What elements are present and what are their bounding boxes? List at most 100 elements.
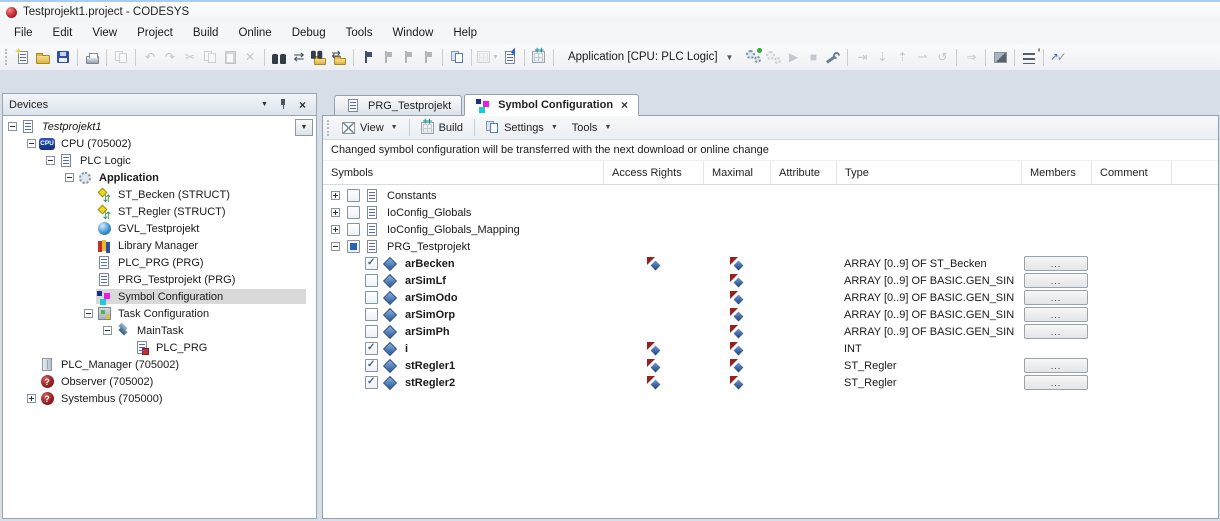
toggle-breakpoint-icon[interactable]: [991, 47, 1009, 67]
print-icon[interactable]: [83, 47, 101, 67]
symbol-row-stregler1[interactable]: stRegler1ST_Regler...: [323, 357, 1218, 374]
flow-control-icon[interactable]: [1020, 47, 1038, 67]
symbol-checkbox-checked[interactable]: [365, 257, 378, 270]
update-device-icon[interactable]: [501, 47, 519, 67]
symbol-row-arsimorp[interactable]: arSimOrpARRAY [0..9] OF BASIC.GEN_SIN...: [323, 306, 1218, 323]
symbol-row-i[interactable]: iINT: [323, 340, 1218, 357]
symbol-row-arsimodo[interactable]: arSimOdoARRAY [0..9] OF BASIC.GEN_SIN...: [323, 289, 1218, 306]
access-rights-icon[interactable]: [647, 376, 660, 389]
maximal-access-icon[interactable]: [730, 359, 743, 372]
symbol-row-arsimph[interactable]: arSimPhARRAY [0..9] OF BASIC.GEN_SIN...: [323, 323, 1218, 340]
device-tree-item-systembus-705000[interactable]: ?Systembus (705000): [3, 390, 316, 407]
symbol-checkbox-unchecked[interactable]: [365, 274, 378, 287]
symbol-checkbox-unchecked[interactable]: [365, 291, 378, 304]
close-panel-icon[interactable]: ×: [295, 97, 310, 112]
menu-build[interactable]: Build: [183, 24, 229, 42]
symbol-checkbox-partial[interactable]: [347, 240, 360, 253]
build-button[interactable]: Build: [414, 120, 470, 136]
symbol-row-constants[interactable]: Constants: [323, 187, 1218, 204]
pin-icon[interactable]: [276, 97, 291, 112]
members-button[interactable]: ...: [1024, 324, 1088, 339]
expander-plus-icon[interactable]: [27, 394, 36, 403]
find-icon[interactable]: [270, 47, 288, 67]
symbol-checkbox-unchecked[interactable]: [365, 308, 378, 321]
symbol-row-arsimlf[interactable]: arSimLfARRAY [0..9] OF BASIC.GEN_SIN...: [323, 272, 1218, 289]
menu-help[interactable]: Help: [443, 24, 487, 42]
build-icon[interactable]: [530, 47, 548, 67]
maximal-access-icon[interactable]: [730, 291, 743, 304]
symbol-row-arbecken[interactable]: arBeckenARRAY [0..9] OF ST_Becken...: [323, 255, 1218, 272]
maximal-access-icon[interactable]: [730, 325, 743, 338]
device-tree-item-observer-705002[interactable]: ?Observer (705002): [3, 373, 316, 390]
view-button[interactable]: View▼: [335, 120, 405, 136]
expander-minus-icon[interactable]: [65, 173, 74, 182]
expander-plus-icon[interactable]: [331, 208, 340, 217]
device-tree-item-task-configuration[interactable]: Task Configuration: [3, 305, 316, 322]
maximal-access-icon[interactable]: [730, 257, 743, 270]
device-tree-item-st-regler-struct[interactable]: ST_Regler (STRUCT): [3, 203, 316, 220]
project-information-icon[interactable]: [448, 47, 466, 67]
members-button[interactable]: ...: [1024, 273, 1088, 288]
device-tree-item-plc-prg[interactable]: PLC_PRG: [3, 339, 316, 356]
members-button[interactable]: ...: [1024, 358, 1088, 373]
access-rights-icon[interactable]: [647, 359, 660, 372]
new-project-icon[interactable]: [14, 47, 32, 67]
device-tree-item-st-becken-struct[interactable]: ST_Becken (STRUCT): [3, 186, 316, 203]
maximal-access-icon[interactable]: [730, 274, 743, 287]
access-rights-icon[interactable]: [647, 342, 660, 355]
device-tree-item-plc-manager-705002[interactable]: PLC_Manager (705002): [3, 356, 316, 373]
menu-edit[interactable]: Edit: [43, 24, 83, 42]
device-tree-item-maintask[interactable]: MainTask: [3, 322, 316, 339]
symbol-checkbox-unchecked[interactable]: [347, 189, 360, 202]
symbol-checkbox-unchecked[interactable]: [347, 206, 360, 219]
symbol-row-ioconfig-globals[interactable]: IoConfig_Globals: [323, 204, 1218, 221]
online-config-mode-icon[interactable]: [824, 47, 842, 67]
maximal-access-icon[interactable]: [730, 376, 743, 389]
symbol-checkbox-unchecked[interactable]: [365, 325, 378, 338]
expander-minus-icon[interactable]: [46, 156, 55, 165]
close-tab-icon[interactable]: ×: [621, 98, 628, 112]
symbol-checkbox-checked[interactable]: [365, 342, 378, 355]
maximal-access-icon[interactable]: [730, 308, 743, 321]
device-tree-item-plc-logic[interactable]: PLC Logic: [3, 152, 316, 169]
replace-in-project-icon[interactable]: ⇄: [330, 47, 348, 67]
device-tree-item-prg-testprojekt-prg[interactable]: PRG_Testprojekt (PRG): [3, 271, 316, 288]
expander-minus-icon[interactable]: [84, 309, 93, 318]
device-tree-item-testprojekt1[interactable]: Testprojekt1: [3, 118, 316, 135]
settings-button[interactable]: Settings▼: [479, 119, 565, 136]
save-project-icon[interactable]: [54, 47, 72, 67]
symbol-row-ioconfig-globals-mapping[interactable]: IoConfig_Globals_Mapping: [323, 221, 1218, 238]
menu-online[interactable]: Online: [228, 24, 281, 42]
menu-tools[interactable]: Tools: [336, 24, 383, 42]
login-icon[interactable]: [744, 47, 762, 67]
symbol-checkbox-unchecked[interactable]: [347, 223, 360, 236]
menu-window[interactable]: Window: [382, 24, 443, 42]
expander-minus-icon[interactable]: [103, 326, 112, 335]
menu-view[interactable]: View: [82, 24, 127, 42]
expander-plus-icon[interactable]: [331, 225, 340, 234]
members-button[interactable]: ...: [1024, 290, 1088, 305]
device-tree-item-symbol-configuration[interactable]: Symbol Configuration: [3, 288, 316, 305]
project-combo-dropdown-icon[interactable]: ▼: [295, 119, 313, 136]
device-tree-item-cpu-705002[interactable]: CPUCPU (705002): [3, 135, 316, 152]
find-in-project-icon[interactable]: [310, 47, 328, 67]
active-application-selector[interactable]: Application [CPU: PLC Logic]▼: [561, 46, 741, 68]
symbol-checkbox-checked[interactable]: [365, 376, 378, 389]
expander-minus-icon[interactable]: [331, 242, 340, 251]
replace-icon[interactable]: ⇄: [290, 47, 308, 67]
open-project-icon[interactable]: [34, 47, 52, 67]
tab-prg-testprojekt[interactable]: PRG_Testprojekt: [334, 95, 462, 115]
menu-debug[interactable]: Debug: [282, 24, 336, 42]
toggle-bookmark-icon[interactable]: [359, 47, 377, 67]
menu-project[interactable]: Project: [127, 24, 183, 42]
expander-minus-icon[interactable]: [27, 139, 36, 148]
expander-minus-icon[interactable]: [8, 122, 17, 131]
device-tree-item-library-manager[interactable]: Library Manager: [3, 237, 316, 254]
symbol-row-stregler2[interactable]: stRegler2ST_Regler...: [323, 374, 1218, 391]
members-button[interactable]: ...: [1024, 375, 1088, 390]
device-tree-item-gvl-testprojekt[interactable]: GVL_Testprojekt: [3, 220, 316, 237]
members-button[interactable]: ...: [1024, 256, 1088, 271]
expander-plus-icon[interactable]: [331, 191, 340, 200]
members-button[interactable]: ...: [1024, 307, 1088, 322]
device-tree-item-application[interactable]: Application: [3, 169, 316, 186]
